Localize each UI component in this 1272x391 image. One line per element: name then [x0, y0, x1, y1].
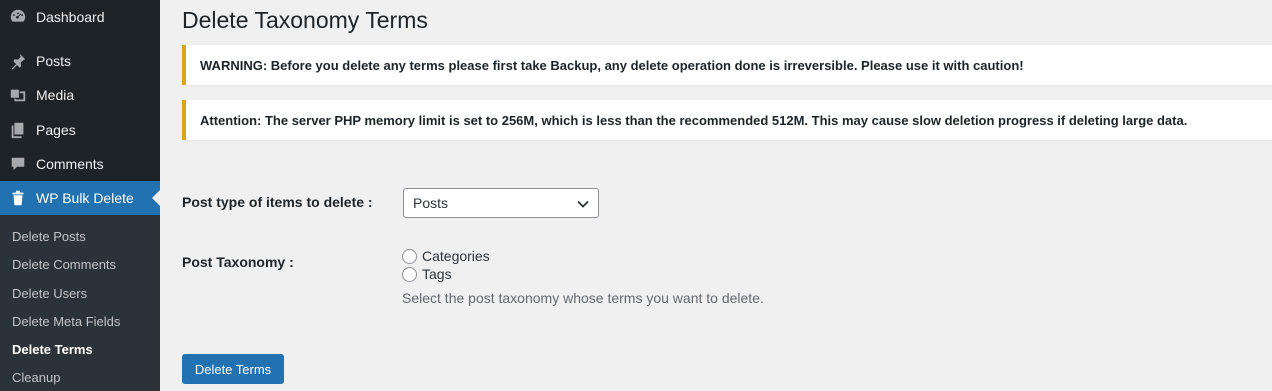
chevron-down-icon — [577, 200, 589, 208]
taxonomy-option-tags[interactable]: Tags — [402, 266, 452, 282]
admin-sidebar: Dashboard Posts Media Pages Comments WP … — [0, 0, 160, 391]
dashboard-icon — [0, 0, 36, 34]
radio-label: Tags — [422, 266, 452, 282]
post-type-label: Post type of items to delete : — [182, 194, 373, 210]
post-type-select[interactable]: Posts — [403, 188, 599, 218]
media-icon — [0, 78, 36, 112]
menu-label: Dashboard — [36, 9, 105, 25]
taxonomy-option-categories[interactable]: Categories — [402, 248, 490, 264]
taxonomy-help-text: Select the post taxonomy whose terms you… — [402, 290, 764, 306]
submenu-item-delete-comments[interactable]: Delete Comments — [12, 257, 116, 272]
submenu-item-delete-posts[interactable]: Delete Posts — [12, 229, 86, 244]
menu-item-comments[interactable]: Comments — [0, 147, 160, 181]
submenu-item-delete-users[interactable]: Delete Users — [12, 286, 87, 301]
page-title: Delete Taxonomy Terms — [182, 7, 428, 33]
submenu-item-delete-terms[interactable]: Delete Terms — [12, 342, 93, 357]
main-content: Delete Taxonomy Terms WARNING: Before yo… — [160, 0, 1272, 391]
menu-label: Media — [36, 87, 75, 103]
taxonomy-label: Post Taxonomy : — [182, 254, 294, 270]
submenu-item-cleanup[interactable]: Cleanup — [12, 370, 60, 385]
pages-icon — [0, 113, 36, 147]
submenu-item-delete-meta-fields[interactable]: Delete Meta Fields — [12, 314, 120, 329]
menu-item-media[interactable]: Media — [0, 78, 160, 112]
trash-icon — [0, 181, 36, 215]
pin-icon — [0, 44, 36, 78]
menu-label: Comments — [36, 156, 104, 172]
radio-button[interactable] — [402, 248, 417, 264]
radio-button[interactable] — [402, 266, 417, 282]
menu-item-pages[interactable]: Pages — [0, 113, 160, 147]
warning-notice-text: WARNING: Before you delete any terms ple… — [200, 57, 1024, 73]
post-type-selected-value: Posts — [413, 195, 449, 211]
menu-item-posts[interactable]: Posts — [0, 44, 160, 78]
memory-notice-text: Attention: The server PHP memory limit i… — [200, 112, 1188, 128]
comment-icon — [0, 147, 36, 181]
menu-label: Posts — [36, 53, 72, 69]
menu-label: WP Bulk Delete — [36, 190, 134, 206]
menu-label: Pages — [36, 122, 76, 138]
bulk-delete-submenu: Delete Posts Delete Comments Delete User… — [0, 215, 160, 391]
delete-terms-button[interactable]: Delete Terms — [182, 354, 284, 384]
radio-label: Categories — [422, 248, 490, 264]
menu-item-dashboard[interactable]: Dashboard — [0, 0, 160, 34]
menu-item-wp-bulk-delete[interactable]: WP Bulk Delete — [0, 181, 160, 215]
memory-notice: Attention: The server PHP memory limit i… — [182, 100, 1272, 140]
warning-notice: WARNING: Before you delete any terms ple… — [182, 45, 1272, 85]
